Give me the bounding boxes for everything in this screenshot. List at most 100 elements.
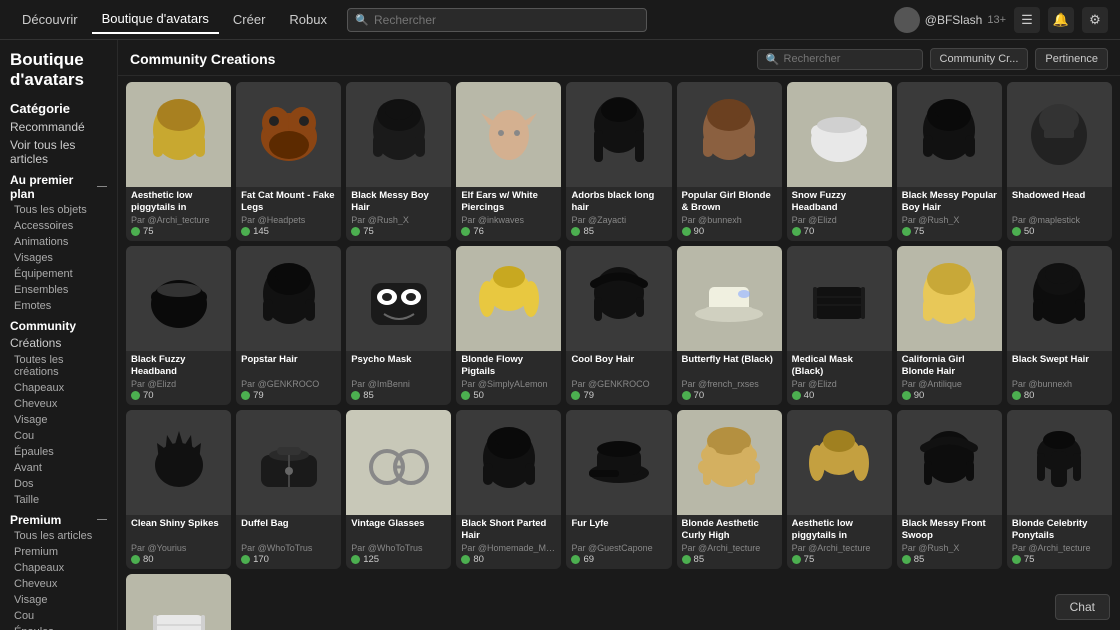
item-price: 76 <box>461 226 556 237</box>
item-price: 85 <box>571 226 666 237</box>
item-info: Black Messy Popular Boy Hair Par @Rush_X… <box>897 187 1002 241</box>
item-name: Black Short Parted Hair <box>461 518 556 542</box>
item-card[interactable]: Black Messy Front Swoop Par @Rush_X 85 <box>897 410 1002 569</box>
sidebar-item-toutes-creations[interactable]: Toutes les créations <box>0 352 117 380</box>
item-price-value: 170 <box>253 554 269 565</box>
item-thumb <box>456 410 561 515</box>
sidebar-item-visage[interactable]: Visage <box>0 412 117 428</box>
item-card[interactable]: Cool Boy Hair Par @GENKROCO 79 <box>566 246 671 405</box>
nav-icon-settings[interactable]: ⚙ <box>1082 7 1108 33</box>
sidebar-item-visages[interactable]: Visages <box>0 250 117 266</box>
item-name: Aesthetic low piggytails in <box>131 190 226 214</box>
item-card[interactable]: Black Fuzzy Headband Par @Elizd 70 <box>126 246 231 405</box>
robux-icon <box>792 227 801 236</box>
item-thumb <box>236 82 341 187</box>
nav-search-input[interactable] <box>347 8 647 32</box>
item-thumb <box>236 246 341 351</box>
item-thumb <box>897 246 1002 351</box>
sidebar-item-tous-objets[interactable]: Tous les objets <box>0 202 117 218</box>
sidebar: Boutique d'avatars Catégorie Recommandé … <box>0 40 118 630</box>
item-thumb <box>897 410 1002 515</box>
sidebar-item-premium-visage[interactable]: Visage <box>0 592 117 608</box>
nav-item-decouvrir[interactable]: Découvrir <box>12 6 88 33</box>
sidebar-item-premium[interactable]: Premium <box>0 544 117 560</box>
item-price-value: 76 <box>473 226 484 237</box>
sidebar-item-premium-cou[interactable]: Cou <box>0 608 117 624</box>
item-price-value: 69 <box>583 554 594 565</box>
sidebar-item-chapeaux[interactable]: Chapeaux <box>0 380 117 396</box>
item-card[interactable]: Butterfly Hat (Black) Par @french_rxses … <box>677 246 782 405</box>
nav-item-boutique[interactable]: Boutique d'avatars <box>92 5 219 34</box>
sidebar-item-cou[interactable]: Cou <box>0 428 117 444</box>
item-thumb <box>126 246 231 351</box>
item-card[interactable]: Black Short Parted Hair Par @Homemade_Me… <box>456 410 561 569</box>
filter-button[interactable]: Community Cr... <box>930 48 1029 70</box>
item-price-value: 79 <box>253 390 264 401</box>
sidebar-item-epaules[interactable]: Épaules <box>0 444 117 460</box>
item-card[interactable]: Adorbs black long hair Par @Zayacti 85 <box>566 82 671 241</box>
item-card[interactable]: California Girl Blonde Hair Par @Antiliq… <box>897 246 1002 405</box>
item-card[interactable]: Elf Ears w/ White Piercings Par @inkwave… <box>456 82 561 241</box>
item-card[interactable]: Black Messy Popular Boy Hair Par @Rush_X… <box>897 82 1002 241</box>
sidebar-item-premium-chapeaux[interactable]: Chapeaux <box>0 560 117 576</box>
item-card[interactable]: Snow Fuzzy Headband Par @Elizd 70 <box>787 82 892 241</box>
item-card[interactable]: Vintage Glasses Par @WhoToTrus 125 <box>346 410 451 569</box>
item-card[interactable]: Popstar Hair Par @GENKROCO 79 <box>236 246 341 405</box>
item-creator: Par @Elizd <box>792 379 887 389</box>
nav-item-creer[interactable]: Créer <box>223 6 276 33</box>
item-card[interactable]: Popular Girl Blonde & Brown Par @bunnexh… <box>677 82 782 241</box>
sidebar-item-premium-cheveux[interactable]: Cheveux <box>0 576 117 592</box>
sidebar-item-voir-tous[interactable]: Voir tous les articles <box>0 136 117 168</box>
nav-icon-chat[interactable]: ☰ <box>1014 7 1040 33</box>
item-card[interactable]: Black Messy Boy Hair Par @Rush_X 75 <box>346 82 451 241</box>
sidebar-item-animations[interactable]: Animations <box>0 234 117 250</box>
item-card[interactable]: Medical Mask (Black) Par @Elizd 40 <box>787 246 892 405</box>
item-card[interactable]: Shadowed Head Par @maplestick 50 <box>1007 82 1112 241</box>
item-price-value: 85 <box>583 226 594 237</box>
item-card[interactable]: Aesthetic low piggytails in Par @Archi_t… <box>787 410 892 569</box>
item-card[interactable]: Blonde Aesthetic Curly High Par @Archi_t… <box>677 410 782 569</box>
sidebar-item-emotes[interactable]: Emotes <box>0 298 117 314</box>
item-price-value: 50 <box>1024 226 1035 237</box>
item-card[interactable]: Blonde Flowy Pigtails Par @SimplyALemon … <box>456 246 561 405</box>
sidebar-item-taille[interactable]: Taille <box>0 492 117 508</box>
item-creator: Par @WhoToTrus <box>241 543 336 553</box>
sidebar-item-accessoires[interactable]: Accessoires <box>0 218 117 234</box>
sidebar-item-premium-tous[interactable]: Tous les articles <box>0 528 117 544</box>
item-thumb <box>1007 410 1112 515</box>
item-card[interactable]: Psycho Mask Par @ImBenni 85 <box>346 246 451 405</box>
item-card[interactable]: Fat Cat Mount - Fake Legs Par @Headpets … <box>236 82 341 241</box>
sort-button[interactable]: Pertinence <box>1035 48 1108 70</box>
item-price: 75 <box>1012 554 1107 565</box>
sidebar-item-dos[interactable]: Dos <box>0 476 117 492</box>
nav-item-robux[interactable]: Robux <box>279 6 337 33</box>
item-info: Black Swept Hair Par @bunnexh 80 <box>1007 351 1112 405</box>
item-card[interactable]: Black Swept Hair Par @bunnexh 80 <box>1007 246 1112 405</box>
item-card[interactable]: Aesthetic low piggytails in Par @Archi_t… <box>126 82 231 241</box>
sidebar-item-ensembles[interactable]: Ensembles <box>0 282 117 298</box>
item-thumb <box>126 410 231 515</box>
chat-button[interactable]: Chat <box>1055 594 1110 620</box>
sidebar-item-equipement[interactable]: Équipement <box>0 266 117 282</box>
sidebar-item-cheveux[interactable]: Cheveux <box>0 396 117 412</box>
item-thumb <box>787 246 892 351</box>
sidebar-item-creations[interactable]: Créations <box>0 334 117 352</box>
item-card[interactable]: Fur Lyfe Par @GuestCapone 69 <box>566 410 671 569</box>
header-search-input[interactable] <box>784 53 914 65</box>
sidebar-item-recommande[interactable]: Recommandé <box>0 118 117 136</box>
item-card[interactable]: Blonde Celebrity Ponytails Par @Archi_te… <box>1007 410 1112 569</box>
sidebar-item-premium-epaules[interactable]: Épaules <box>0 624 117 630</box>
item-info: Popular Girl Blonde & Brown Par @bunnexh… <box>677 187 782 241</box>
item-card[interactable]: Duffel Bag Par @WhoToTrus 170 <box>236 410 341 569</box>
header-search-bar: 🔍 <box>757 49 923 70</box>
item-thumb <box>456 246 561 351</box>
nav-icon-notifications[interactable]: 🔔 <box>1048 7 1074 33</box>
item-card[interactable]: Clean Shiny Spikes Par @Yourius 80 <box>126 410 231 569</box>
avatar-wrap[interactable]: @BFSlash 13+ <box>894 7 1006 33</box>
robux-icon <box>1012 555 1021 564</box>
item-price-value: 75 <box>1024 554 1035 565</box>
item-name: Snow Fuzzy Headband <box>792 190 887 214</box>
item-card[interactable]: Medical M... (White) Par @Elizd 40 <box>126 574 231 630</box>
sidebar-item-avant[interactable]: Avant <box>0 460 117 476</box>
item-creator: Par @GENKROCO <box>571 379 666 389</box>
